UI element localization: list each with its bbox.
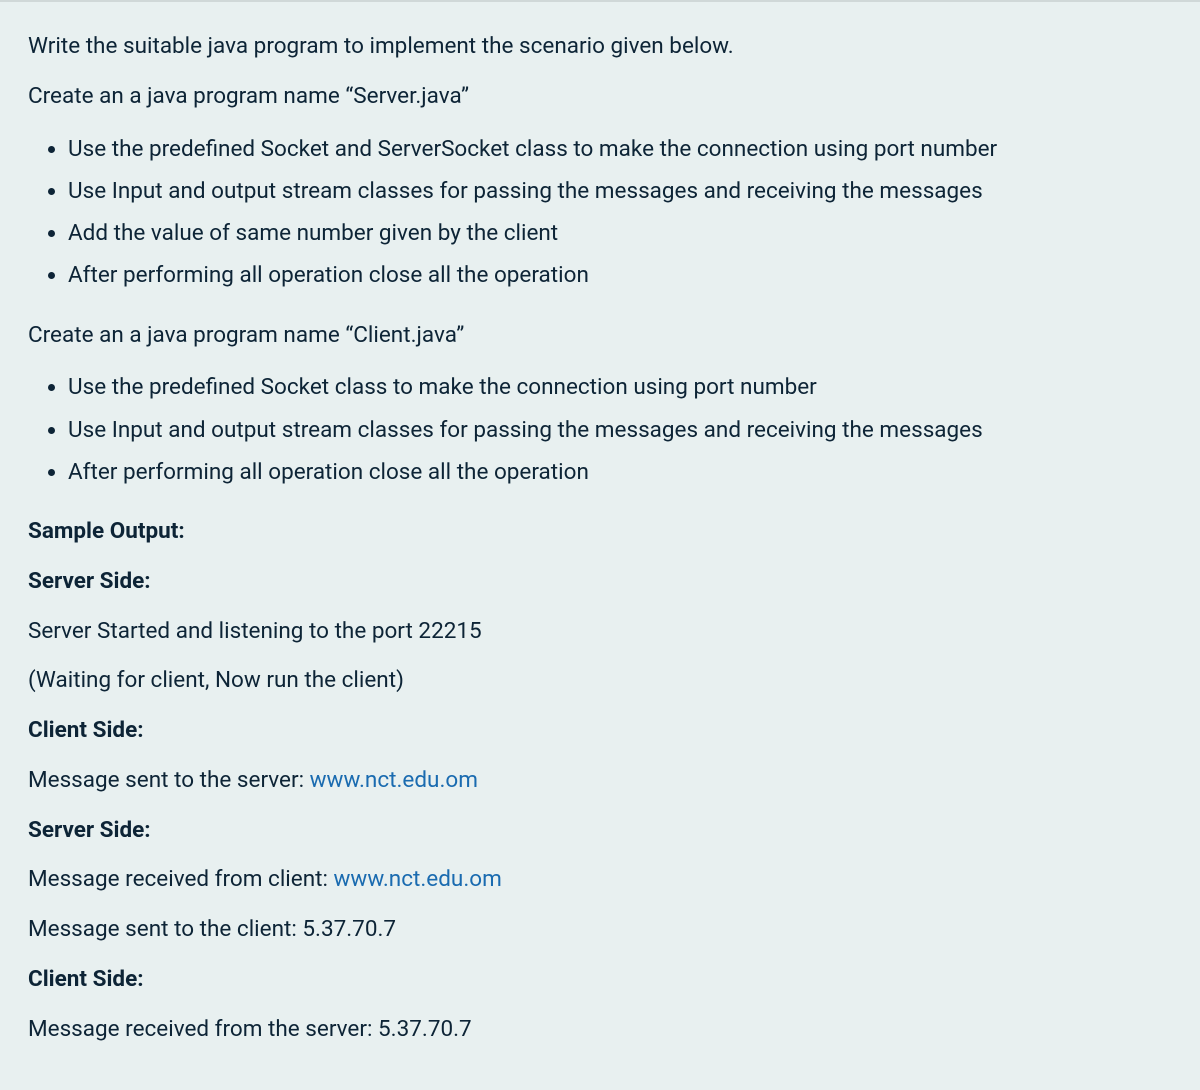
client-side-heading-1: Client Side: bbox=[28, 714, 1172, 748]
list-item: Use the predefined Socket and ServerSock… bbox=[68, 130, 1172, 168]
client-side-heading-2: Client Side: bbox=[28, 963, 1172, 997]
link-nct-2[interactable]: www.nct.edu.om bbox=[334, 866, 502, 892]
waiting-text: (Waiting for client, Now run the client) bbox=[28, 664, 1172, 698]
link-nct-1[interactable]: www.nct.edu.om bbox=[310, 767, 478, 793]
client-msg-received: Message received from the server: 5.37.7… bbox=[28, 1013, 1172, 1047]
server-started-text: Server Started and listening to the port… bbox=[28, 615, 1172, 649]
client-msg-sent: Message sent to the server: www.nct.edu.… bbox=[28, 764, 1172, 798]
list-item: Use Input and output stream classes for … bbox=[68, 172, 1172, 210]
server-bullet-list: Use the predefined Socket and ServerSock… bbox=[28, 130, 1172, 295]
server-msg-received-prefix: Message received from client: bbox=[28, 866, 334, 892]
list-item: Use the predefined Socket class to make … bbox=[68, 368, 1172, 406]
list-item: After performing all operation close all… bbox=[68, 453, 1172, 491]
server-create-text: Create an a java program name “Server.ja… bbox=[28, 80, 1172, 114]
list-item: Add the value of same number given by th… bbox=[68, 214, 1172, 252]
server-msg-sent: Message sent to the client: 5.37.70.7 bbox=[28, 913, 1172, 947]
sample-output-heading: Sample Output: bbox=[28, 515, 1172, 549]
client-create-text: Create an a java program name “Client.ja… bbox=[28, 319, 1172, 353]
server-side-heading-1: Server Side: bbox=[28, 565, 1172, 599]
server-side-heading-2: Server Side: bbox=[28, 814, 1172, 848]
list-item: Use Input and output stream classes for … bbox=[68, 411, 1172, 449]
client-msg-sent-prefix: Message sent to the server: bbox=[28, 767, 310, 793]
intro-text: Write the suitable java program to imple… bbox=[28, 30, 1172, 64]
server-msg-received: Message received from client: www.nct.ed… bbox=[28, 863, 1172, 897]
list-item: After performing all operation close all… bbox=[68, 256, 1172, 294]
client-bullet-list: Use the predefined Socket class to make … bbox=[28, 368, 1172, 491]
